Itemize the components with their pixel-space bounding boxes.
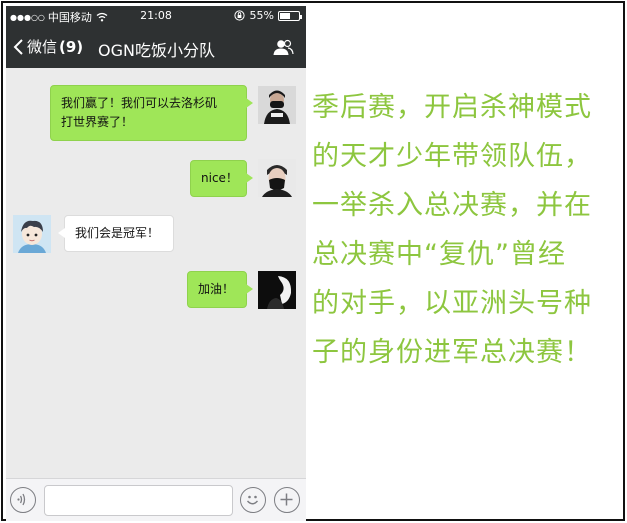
battery-percentage: 55% xyxy=(249,9,274,22)
caption-line: 的天才少年带领队伍， xyxy=(312,141,592,172)
message-bubble[interactable]: 我们会是冠军！ xyxy=(58,215,174,252)
masked-face-avatar[interactable] xyxy=(258,159,296,197)
cartoon-boy-avatar[interactable] xyxy=(13,215,51,253)
message-bubble[interactable]: 加油！ xyxy=(187,271,253,308)
caption-line: 子的身份进军总决赛！ xyxy=(312,337,592,368)
battery-fill xyxy=(280,12,290,19)
plus-icon xyxy=(280,493,293,506)
message-item: nice！ xyxy=(6,156,306,202)
voice-icon xyxy=(17,493,26,506)
message-text: 打世界赛了！ xyxy=(61,115,134,129)
status-right: 55% xyxy=(233,9,302,22)
unread-count: (9) xyxy=(59,37,84,56)
voice-button[interactable] xyxy=(10,487,36,513)
message-bubble[interactable]: 我们赢了！我们可以去洛杉矶 打世界赛了！ xyxy=(50,85,253,141)
emoji-icon xyxy=(246,495,259,505)
rotation-lock-icon xyxy=(233,10,245,21)
message-text: 加油！ xyxy=(198,282,235,296)
caption-line: 的对手，以亚洲头号种 xyxy=(312,288,592,319)
chat-title: OGN吃饭小分队 xyxy=(98,41,215,60)
message-item: 加油！ xyxy=(6,268,306,314)
chevron-left-icon xyxy=(13,38,23,55)
message-item: 我们赢了！我们可以去洛杉矶 打世界赛了！ xyxy=(6,82,306,142)
caption-text: 季后赛，开启杀神模式 的天才少年带领队伍， 一举杀入总决赛，并在 总决赛中“复仇… xyxy=(312,83,612,377)
dark-silhouette-avatar[interactable] xyxy=(258,271,296,309)
battery-icon xyxy=(278,10,302,21)
message-list: 我们赢了！我们可以去洛杉矶 打世界赛了！ nice！ 我们会是冠军！ 加油！ xyxy=(6,68,306,478)
status-bar: ●●●○○ 中国移动 21:08 55% xyxy=(6,6,306,26)
chat-header: 微信 (9) OGN吃饭小分队 xyxy=(6,26,306,68)
caption-line: 一举杀入总决赛，并在 xyxy=(312,190,592,221)
group-members-icon[interactable] xyxy=(272,38,294,56)
masked-player-avatar[interactable] xyxy=(258,86,296,124)
message-text: nice！ xyxy=(201,171,238,185)
message-bubble[interactable]: nice！ xyxy=(190,160,253,197)
caption-line: 季后赛，开启杀神模式 xyxy=(312,92,592,123)
message-input[interactable] xyxy=(44,485,233,516)
back-label: 微信 xyxy=(27,38,58,56)
input-bar xyxy=(6,478,306,521)
image-frame: ●●●○○ 中国移动 21:08 55% 微信 (9) OGN吃饭小分队 我们赢… xyxy=(1,1,625,521)
caption-line: 总决赛中“复仇”曾经 xyxy=(312,239,566,270)
more-button[interactable] xyxy=(274,487,300,513)
phone-screen: ●●●○○ 中国移动 21:08 55% 微信 (9) OGN吃饭小分队 我们赢… xyxy=(6,6,306,521)
message-item: 我们会是冠军！ xyxy=(6,212,306,258)
back-button[interactable]: 微信 (9) xyxy=(12,36,83,57)
emoji-button[interactable] xyxy=(240,487,266,513)
message-text: 我们会是冠军！ xyxy=(75,226,160,240)
message-text: 我们赢了！我们可以去洛杉矶 xyxy=(61,96,218,110)
